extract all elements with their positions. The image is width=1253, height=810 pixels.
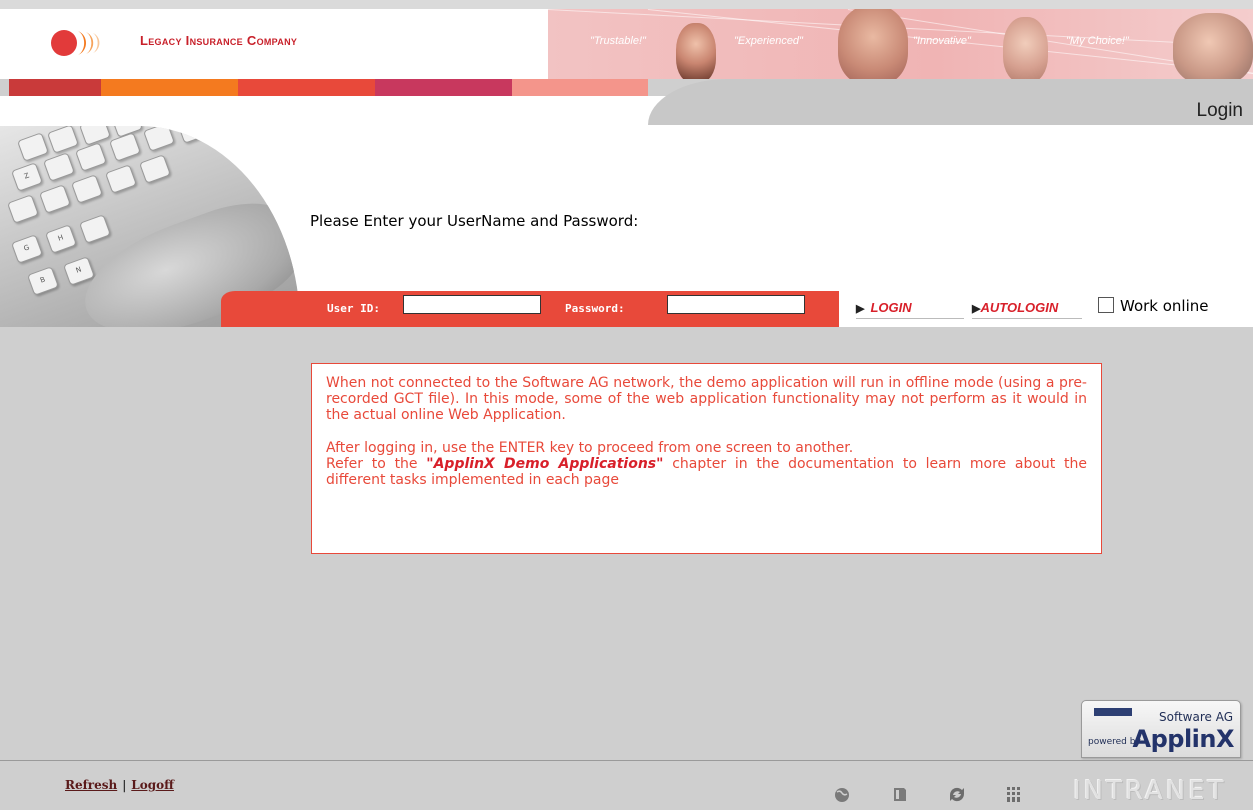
login-prompt: Please Enter your UserName and Password: bbox=[310, 212, 639, 230]
company-logo bbox=[51, 30, 100, 56]
person-photo-1 bbox=[676, 23, 716, 79]
banner-quote-2: "Experienced" bbox=[734, 35, 803, 47]
badge-company: Software AG bbox=[1158, 710, 1233, 724]
title-bar bbox=[648, 79, 1253, 125]
person-photo-2 bbox=[838, 9, 908, 79]
work-online-checkbox[interactable] bbox=[1098, 297, 1114, 313]
doc-chapter-title: "ApplinX Demo Applications" bbox=[426, 456, 664, 472]
info-paragraph-offline: When not connected to the Software AG ne… bbox=[326, 375, 1087, 423]
work-online-label: Work online bbox=[1120, 297, 1209, 315]
login-form-bar: User ID: Password: bbox=[221, 291, 839, 327]
autologin-button-label: AUTOLOGIN bbox=[980, 300, 1059, 315]
autologin-button[interactable]: ▶AUTOLOGIN bbox=[972, 298, 1082, 319]
banner-quote-3: "Innovative" bbox=[913, 35, 971, 47]
footer-links: Refresh | Logoff bbox=[65, 778, 174, 792]
person-photo-3 bbox=[1003, 17, 1048, 79]
play-arrow-icon: ▶ bbox=[856, 303, 865, 315]
password-label: Password: bbox=[565, 302, 625, 315]
password-input[interactable] bbox=[667, 295, 805, 314]
info-enter-key: After logging in, use the ENTER key to p… bbox=[326, 440, 854, 456]
user-id-input[interactable] bbox=[403, 295, 541, 314]
globe-icon[interactable] bbox=[831, 785, 853, 803]
intranet-watermark: INTRANET bbox=[1073, 776, 1227, 806]
offline-info-box: When not connected to the Software AG ne… bbox=[311, 363, 1102, 554]
person-photo-4 bbox=[1173, 13, 1253, 79]
logoff-link[interactable]: Logoff bbox=[131, 778, 174, 792]
stripe-1 bbox=[9, 79, 101, 96]
badge-product: ApplinX bbox=[1132, 725, 1235, 753]
applinx-badge: Software AG powered by ApplinX bbox=[1081, 700, 1241, 758]
stripe-3 bbox=[238, 79, 375, 96]
banner-quote-1: "Trustable!" bbox=[590, 35, 646, 47]
user-id-label: User ID: bbox=[327, 302, 380, 315]
info-documentation: Refer to the "ApplinX Demo Applications"… bbox=[326, 456, 1088, 488]
stripe-5 bbox=[512, 79, 648, 96]
stripe-4 bbox=[375, 79, 512, 96]
stripe-2 bbox=[101, 79, 238, 96]
work-online-toggle[interactable]: Work online bbox=[1098, 297, 1209, 315]
refresh-link[interactable]: Refresh bbox=[65, 778, 117, 792]
document-icon[interactable] bbox=[889, 785, 911, 803]
top-strip bbox=[0, 0, 1253, 9]
brand-name: Legacy Insurance Company bbox=[140, 33, 298, 48]
login-button-label: LOGIN bbox=[870, 300, 912, 315]
page-title: Login bbox=[1196, 100, 1244, 121]
footer-divider bbox=[0, 760, 1253, 761]
columns-icon[interactable] bbox=[1003, 785, 1025, 803]
banner-quote-4: "My Choice!" bbox=[1066, 35, 1129, 47]
login-button[interactable]: ▶ LOGIN bbox=[856, 298, 964, 319]
refresh-icon[interactable] bbox=[946, 785, 968, 803]
header-banner: "Trustable!" "Experienced" "Innovative" … bbox=[548, 9, 1253, 79]
